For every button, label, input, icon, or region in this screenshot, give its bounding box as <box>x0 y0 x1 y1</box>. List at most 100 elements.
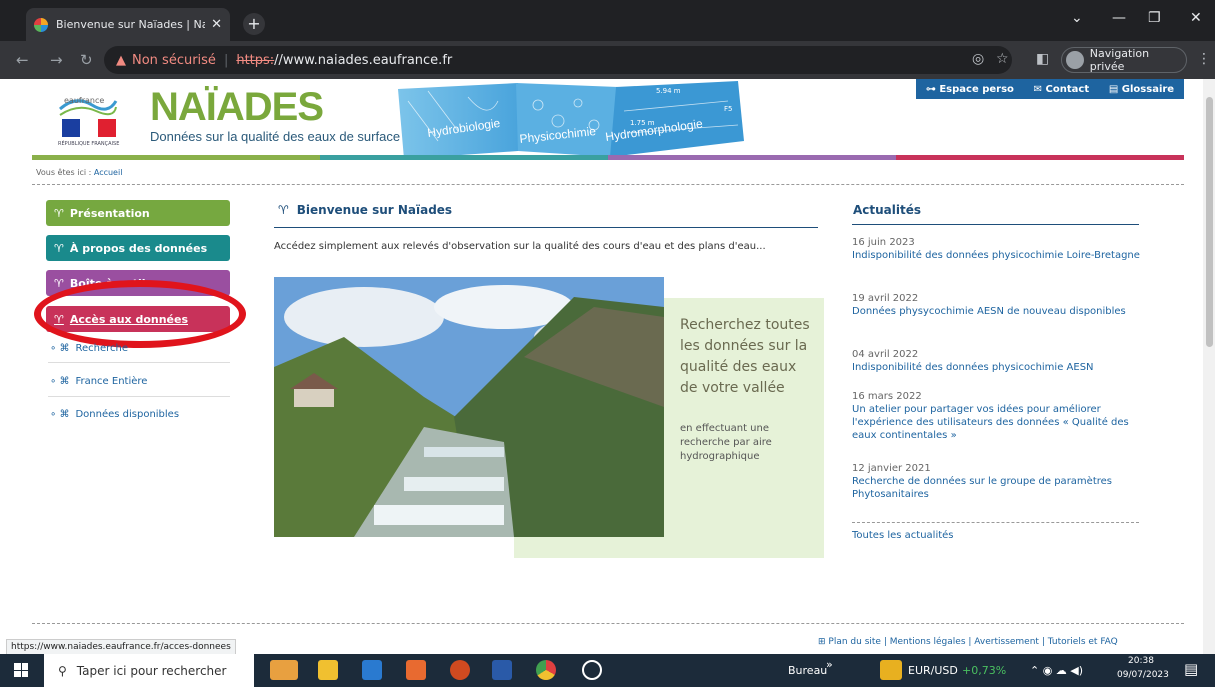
site-tagline: Données sur la qualité des eaux de surfa… <box>150 129 401 144</box>
submenu-donnees-disponibles[interactable]: ∘ ⌘ Données disponibles <box>50 409 179 420</box>
promo-headline: Recherchez toutes les données sur la qua… <box>680 317 810 396</box>
svg-text:eaufrance: eaufrance <box>64 96 104 105</box>
sidepanel-icon[interactable]: ◧ <box>1036 51 1049 67</box>
notification-icon[interactable]: ▤ <box>1184 660 1198 678</box>
page-scrollbar[interactable] <box>1203 79 1215 654</box>
powerpoint-icon[interactable] <box>450 660 470 680</box>
espace-perso-link[interactable]: ⊶ Espace perso <box>926 84 1014 95</box>
windows-start-icon[interactable] <box>14 663 28 677</box>
clock-date[interactable]: 09/07/2023 <box>1117 670 1169 680</box>
top-nav: ⊶ Espace perso ✉ Contact ▤ Glossaire <box>916 79 1184 99</box>
footer-links: ⊞ Plan du site | Mentions légales | Aver… <box>818 637 1118 647</box>
reload-icon[interactable]: ↻ <box>80 51 93 69</box>
promo-subtext: en effectuant une recherche par aire hyd… <box>680 423 772 462</box>
address-bar[interactable]: ▲ Non sécurisé | https: //www.naiades.ea… <box>104 46 1012 74</box>
menu-presentation[interactable]: ♈ Présentation <box>46 200 230 226</box>
tab-title: Bienvenue sur Naïades | Naïade <box>56 18 205 31</box>
news-item[interactable]: 04 avril 2022 Indisponibilité des données… <box>852 348 1142 374</box>
browser-tab[interactable]: Bienvenue sur Naïades | Naïade ✕ <box>26 8 230 41</box>
svg-text:F5: F5 <box>724 105 732 113</box>
fx-label[interactable]: EUR/USD <box>908 664 958 677</box>
news-underline <box>852 224 1139 225</box>
footer-link[interactable]: Avertissement <box>974 637 1039 647</box>
news-item[interactable]: 19 avril 2022 Données physycochimie AESN … <box>852 292 1142 318</box>
footer-link[interactable]: Mentions légales <box>890 637 966 647</box>
file-explorer-icon[interactable] <box>318 660 338 680</box>
contact-link[interactable]: ✉ Contact <box>1034 84 1089 95</box>
tree-icon: ♈ <box>54 206 64 220</box>
page-title: ♈ Bienvenue sur Naïades <box>278 203 453 217</box>
search-icon: ⚲ <box>58 663 67 678</box>
color-stripe <box>32 155 1184 160</box>
footer-link[interactable]: Plan du site <box>828 637 881 647</box>
news-title: Actualités <box>853 203 922 217</box>
back-icon[interactable]: ← <box>16 51 29 69</box>
close-tab-icon[interactable]: ✕ <box>211 17 222 32</box>
private-mode-badge[interactable]: Navigation privée <box>1061 47 1187 73</box>
republique-label: RÉPUBLIQUE FRANÇAISE <box>58 141 120 147</box>
submenu-france-entiere[interactable]: ∘ ⌘ France Entière <box>50 376 147 387</box>
close-window-icon[interactable]: ✕ <box>1190 10 1202 26</box>
svg-text:5.94 m: 5.94 m <box>656 87 681 95</box>
favicon-icon <box>34 17 48 32</box>
divider <box>32 184 1184 185</box>
menu-a-propos[interactable]: ♈ À propos des données <box>46 235 230 261</box>
footer-link[interactable]: Tutoriels et FAQ <box>1048 637 1118 647</box>
header-banner: Hydrobiologie Physicochimie Hydromorphol… <box>398 81 744 159</box>
chevron-icon[interactable]: » <box>826 658 833 671</box>
scrollbar-thumb[interactable] <box>1206 97 1213 347</box>
menu-kebab-icon[interactable]: ⋮ <box>1197 51 1211 67</box>
footer-divider <box>32 623 1184 624</box>
taskbar-search[interactable]: ⚲ Taper ici pour rechercher <box>44 654 254 687</box>
intro-text: Accédez simplement aux relevés d'observa… <box>274 241 766 252</box>
glossaire-link[interactable]: ▤ Glossaire <box>1109 84 1174 95</box>
valley-photo[interactable] <box>274 277 664 537</box>
word-icon[interactable] <box>492 660 512 680</box>
taskbar-app-icon[interactable] <box>270 660 298 680</box>
all-news-link[interactable]: Toutes les actualités <box>852 530 954 541</box>
tracking-icon[interactable]: ◎ <box>972 51 984 67</box>
mail-icon[interactable] <box>362 660 382 680</box>
web-page: eaufrance RÉPUBLIQUE FRANÇAISE NAÏADES D… <box>0 79 1203 654</box>
media-player-icon[interactable] <box>582 660 602 680</box>
news-divider <box>852 522 1139 523</box>
tray-icons[interactable]: ⌃ ◉ ☁ ◀) <box>1030 664 1083 677</box>
minimize-icon[interactable]: — <box>1112 10 1126 26</box>
submenu-divider <box>48 362 230 363</box>
fx-change: +0,73% <box>962 664 1007 677</box>
site-brand[interactable]: NAÏADES <box>150 85 324 130</box>
tree-icon: ♈ <box>278 203 289 217</box>
tree-icon: ♈ <box>54 276 64 290</box>
office-icon[interactable] <box>406 660 426 680</box>
clock-time[interactable]: 20:38 <box>1128 656 1154 666</box>
browser-tabbar: Bienvenue sur Naïades | Naïade ✕ + ⌄ — ❐… <box>0 0 1215 41</box>
url-scheme: https: <box>236 52 275 68</box>
news-item[interactable]: 12 janvier 2021 Recherche de données sur … <box>852 462 1142 501</box>
news-item[interactable]: 16 mars 2022 Un atelier pour partager vos… <box>852 390 1142 442</box>
bookmark-star-icon[interactable]: ☆ <box>996 51 1009 67</box>
url-domain: //www.naiades.eaufrance.fr <box>274 52 453 68</box>
windows-taskbar: ⚲ Taper ici pour rechercher Bureau » EUR/… <box>0 654 1215 687</box>
tree-icon: ♈ <box>54 241 64 255</box>
breadcrumb: Vous êtes ici : Accueil <box>36 168 123 177</box>
address-row: ← → ↻ ▲ Non sécurisé | https: //www.naia… <box>0 41 1215 79</box>
incognito-icon <box>1066 51 1084 69</box>
forward-icon[interactable]: → <box>50 51 63 69</box>
chrome-icon[interactable] <box>536 660 556 680</box>
stocks-icon <box>880 660 902 680</box>
private-label: Navigation privée <box>1089 47 1150 73</box>
wave-icon: eaufrance <box>59 96 118 116</box>
warning-icon: ▲ <box>116 52 126 68</box>
sitemap-icon: ⊞ <box>818 637 829 647</box>
bureau-label[interactable]: Bureau <box>788 664 827 677</box>
breadcrumb-home-link[interactable]: Accueil <box>94 168 123 177</box>
new-tab-button[interactable]: + <box>243 13 265 35</box>
tab-search-icon[interactable]: ⌄ <box>1071 10 1083 26</box>
svg-text:1.75 m: 1.75 m <box>630 119 655 127</box>
highlight-oval <box>34 280 246 348</box>
submenu-recherche[interactable]: ∘ ⌘ Recherche <box>50 343 128 354</box>
restore-icon[interactable]: ❐ <box>1148 10 1161 26</box>
eaufrance-logo[interactable]: eaufrance RÉPUBLIQUE FRANÇAISE <box>56 91 119 153</box>
submenu-divider <box>48 396 230 397</box>
news-item[interactable]: 16 juin 2023 Indisponibilité des données … <box>852 236 1142 262</box>
